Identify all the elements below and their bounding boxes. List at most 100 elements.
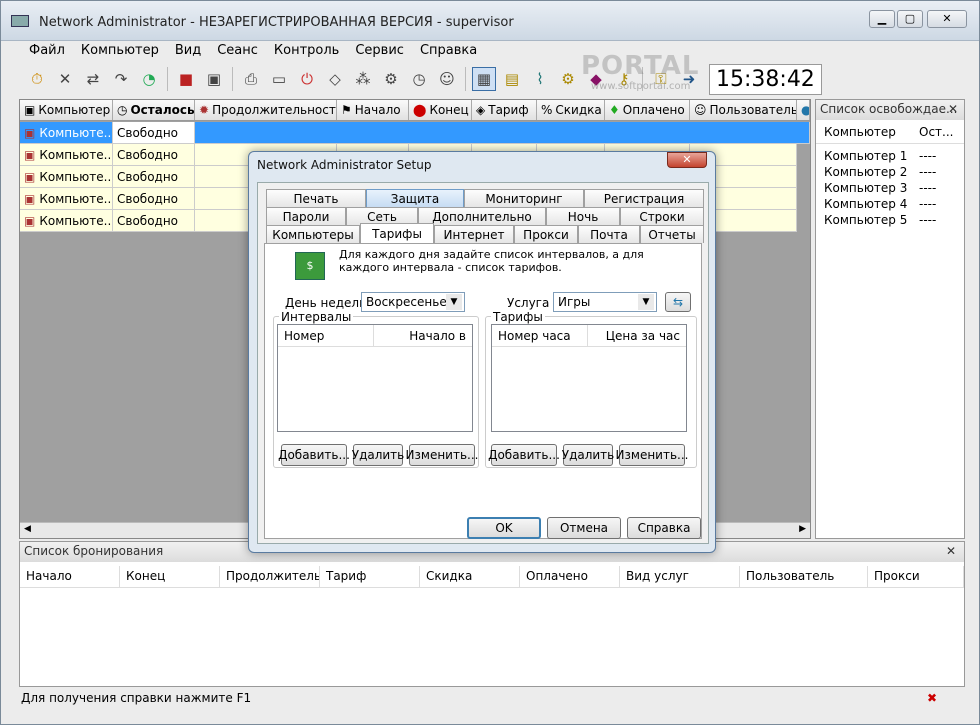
col-remaining[interactable]: ◷ Осталось: [113, 100, 195, 120]
edit-interval-button[interactable]: Изменить...: [406, 444, 478, 466]
help-button[interactable]: Справка: [627, 517, 701, 539]
col-end[interactable]: ⬤ Конец: [409, 100, 472, 120]
print-icon[interactable]: ⎙: [239, 67, 263, 91]
intervals-list[interactable]: Номер Начало в: [277, 324, 473, 432]
close-button[interactable]: ✕: [927, 10, 967, 28]
menu-help[interactable]: Справка: [410, 41, 483, 61]
cancel-button[interactable]: Отмена: [547, 517, 621, 539]
col-start[interactable]: ⚑ Начало: [337, 100, 409, 120]
network-icon[interactable]: ⁂: [351, 67, 375, 91]
timer-icon[interactable]: ◔: [137, 67, 161, 91]
power-icon[interactable]: ⏻: [295, 67, 319, 91]
add-tariff-button[interactable]: Добавить...: [488, 444, 560, 466]
tab-proxy[interactable]: Прокси: [514, 225, 578, 243]
tab-night[interactable]: Ночь: [546, 207, 620, 225]
start-session-icon[interactable]: ⏱: [25, 67, 49, 91]
refresh-icon[interactable]: ⇆: [665, 292, 691, 312]
clock-icon[interactable]: ◷: [407, 67, 431, 91]
col-paid[interactable]: Оплачено: [520, 566, 620, 587]
tariffs-list[interactable]: Номер часа Цена за час: [491, 324, 687, 432]
panel-title: Список освобождае... ✕: [816, 100, 964, 120]
col-computer[interactable]: Компьютер: [816, 122, 911, 143]
menu-view[interactable]: Вид: [165, 41, 207, 61]
list-item[interactable]: Компьютер 5 ----: [816, 212, 964, 228]
tab-tariffs[interactable]: Тарифы: [360, 223, 434, 243]
col-number[interactable]: Номер: [278, 325, 374, 346]
delete-tariff-button[interactable]: Удалить: [562, 444, 614, 466]
col-service-type[interactable]: Вид услуг: [620, 566, 740, 587]
tab-monitoring[interactable]: Мониторинг: [464, 189, 584, 207]
col-end[interactable]: Конец: [120, 566, 220, 587]
transfer-icon[interactable]: ⇄: [81, 67, 105, 91]
col-paid[interactable]: ♦ Оплачено: [605, 100, 690, 120]
close-icon[interactable]: ✕: [946, 544, 956, 558]
chart-icon[interactable]: ⌇: [528, 67, 552, 91]
col-hour-number[interactable]: Номер часа: [492, 325, 588, 346]
col-computer[interactable]: ▣ Компьютер: [20, 100, 113, 120]
user-icon[interactable]: ☺: [435, 67, 459, 91]
tab-print[interactable]: Печать: [266, 189, 366, 207]
disconnect-icon[interactable]: ✖: [923, 690, 941, 706]
tab-advanced[interactable]: Дополнительно: [418, 207, 546, 225]
edit-tariff-button[interactable]: Изменить...: [616, 444, 688, 466]
ok-button[interactable]: OK: [467, 517, 541, 539]
add-interval-button[interactable]: Добавить...: [278, 444, 350, 466]
menu-control[interactable]: Контроль: [264, 41, 345, 61]
day-select[interactable]: Воскресенье ▼: [361, 292, 465, 312]
chevron-down-icon: ▼: [638, 294, 654, 310]
settings-icon[interactable]: ⚙: [556, 67, 580, 91]
col-remaining[interactable]: Ост...: [911, 122, 961, 143]
col-price-per-hour[interactable]: Цена за час: [588, 325, 686, 346]
list-item[interactable]: Компьютер 4 ----: [816, 196, 964, 212]
dialog-close-button[interactable]: ✕: [667, 152, 707, 168]
tab-security[interactable]: Защита: [366, 189, 464, 207]
col-tariff[interactable]: Тариф: [320, 566, 420, 587]
menu-session[interactable]: Сеанс: [207, 41, 264, 61]
tab-registration[interactable]: Регистрация: [584, 189, 704, 207]
tab-computers[interactable]: Компьютеры: [266, 225, 360, 243]
lock-icon[interactable]: ▣: [202, 67, 226, 91]
tools-icon[interactable]: ⚙: [379, 67, 403, 91]
menu-file[interactable]: Файл: [19, 41, 71, 61]
close-icon[interactable]: ✕: [948, 102, 958, 116]
col-tariff[interactable]: ◈ Тариф: [472, 100, 537, 120]
minimize-button[interactable]: ▁: [869, 10, 895, 28]
report-icon[interactable]: ▤: [500, 67, 524, 91]
tab-internet[interactable]: Интернет: [434, 225, 514, 243]
col-duration[interactable]: Продолжитель...: [220, 566, 320, 587]
delete-interval-button[interactable]: Удалить: [352, 444, 404, 466]
tab-strings[interactable]: Строки: [620, 207, 704, 225]
intervals-title: Интервалы: [279, 310, 354, 324]
shutdown-icon[interactable]: ■: [174, 67, 198, 91]
tab-mail[interactable]: Почта: [578, 225, 640, 243]
menu-computer[interactable]: Компьютер: [71, 41, 165, 61]
col-user[interactable]: ☺ Пользователь: [690, 100, 797, 120]
calendar-icon[interactable]: ▦: [472, 67, 496, 91]
table-row[interactable]: ▣ Компьюте... Свободно: [20, 122, 810, 144]
tab-reports[interactable]: Отчеты: [640, 225, 704, 243]
col-start-at[interactable]: Начало в: [374, 325, 472, 346]
col-more[interactable]: ●: [797, 100, 810, 120]
menu-service[interactable]: Сервис: [345, 41, 410, 61]
service-select[interactable]: Игры ▼: [553, 292, 657, 312]
tab-passwords[interactable]: Пароли: [266, 207, 346, 225]
scroll-right-icon[interactable]: ▶: [799, 524, 806, 534]
money-icon: ♦: [609, 103, 620, 117]
window-icon[interactable]: ▭: [267, 67, 291, 91]
list-item[interactable]: Компьютер 1 ----: [816, 148, 964, 164]
grid-header: ▣ Компьютер ◷ Осталось ✹ Продолжительность …: [20, 100, 810, 121]
col-discount[interactable]: % Скидка: [537, 100, 605, 120]
toolbar-separator: [232, 67, 233, 91]
list-item[interactable]: Компьютер 3 ----: [816, 180, 964, 196]
forward-icon[interactable]: ↷: [109, 67, 133, 91]
stop-icon[interactable]: ✕: [53, 67, 77, 91]
col-discount[interactable]: Скидка: [420, 566, 520, 587]
disk-icon[interactable]: ◇: [323, 67, 347, 91]
col-duration[interactable]: ✹ Продолжительность: [195, 100, 337, 120]
col-start[interactable]: Начало: [20, 566, 120, 587]
maximize-button[interactable]: ▢: [897, 10, 923, 28]
scroll-left-icon[interactable]: ◀: [24, 524, 31, 534]
col-proxy[interactable]: Прокси: [868, 566, 964, 587]
list-item[interactable]: Компьютер 2 ----: [816, 164, 964, 180]
col-user[interactable]: Пользователь: [740, 566, 868, 587]
